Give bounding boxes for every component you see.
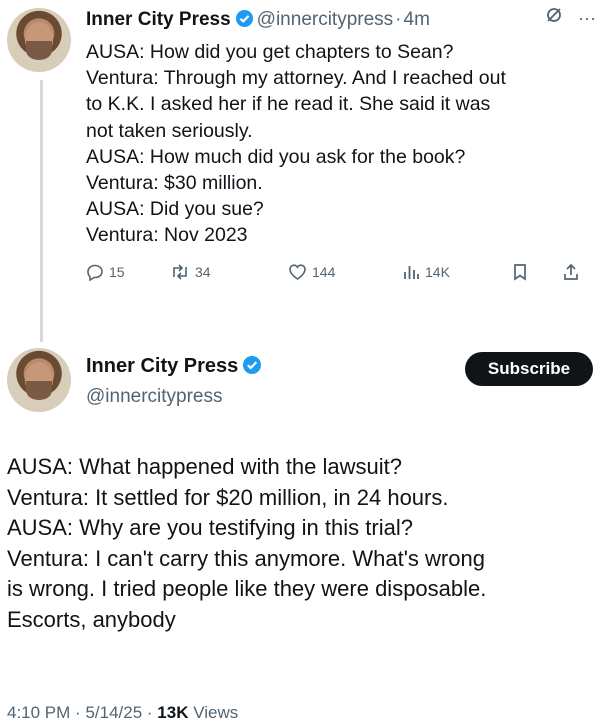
like-button[interactable]: 144 bbox=[288, 263, 402, 281]
tweet-line: Ventura: It settled for $20 million, in … bbox=[7, 484, 449, 510]
tweet-line: Ventura: Nov 2023 bbox=[86, 224, 248, 247]
tweet-line: not taken seriously. bbox=[86, 119, 253, 142]
views-total: 13K bbox=[157, 703, 189, 722]
views-bar-chart-icon bbox=[404, 265, 419, 279]
tweet-meta: 4:10 PM · 5/14/25 · 13K Views bbox=[7, 703, 239, 722]
tweet-line: AUSA: How much did you ask for the book? bbox=[86, 145, 466, 168]
author-avatar[interactable] bbox=[7, 348, 71, 412]
tweet-line: Escorts, anybody bbox=[7, 606, 176, 632]
share-icon bbox=[564, 263, 578, 280]
tweet-1: Inner City Press @innercitypress · 4m AUSA:… bbox=[86, 6, 596, 281]
repost-count: 34 bbox=[195, 263, 211, 280]
heart-icon bbox=[289, 264, 306, 280]
post-time[interactable]: 4:10 PM bbox=[7, 703, 70, 722]
author-avatar[interactable] bbox=[7, 8, 71, 72]
tweet-header: Inner City Press @innercitypress · 4m bbox=[86, 6, 596, 37]
bookmark-button[interactable] bbox=[512, 263, 562, 281]
tweet-line: AUSA: Why are you testifying in this tri… bbox=[7, 515, 413, 540]
tweet-line: Ventura: I can't carry this anymore. Wha… bbox=[7, 545, 485, 571]
tweet-actions: 15 34 144 14K bbox=[86, 263, 596, 281]
share-button[interactable] bbox=[562, 263, 580, 281]
views-count: 14K bbox=[425, 263, 450, 280]
thread-connector-line bbox=[40, 80, 43, 342]
verified-badge-icon bbox=[242, 355, 262, 382]
verified-badge-icon bbox=[235, 9, 254, 37]
tweet-2-text: AUSA: What happened with the lawsuit? Ve… bbox=[7, 452, 597, 635]
bookmark-icon bbox=[514, 263, 526, 281]
tweet-line: to K.K. I asked her if he read it. She s… bbox=[86, 93, 491, 116]
author-name[interactable]: Inner City Press bbox=[86, 9, 231, 30]
tweet-line: AUSA: What happened with the lawsuit? bbox=[7, 454, 403, 479]
repost-icon bbox=[173, 264, 187, 280]
reply-icon bbox=[87, 264, 103, 281]
reply-button[interactable]: 15 bbox=[86, 263, 170, 281]
reply-count: 15 bbox=[109, 263, 125, 280]
author-handle[interactable]: @innercitypress bbox=[86, 384, 265, 410]
author-name[interactable]: Inner City Press bbox=[86, 355, 238, 377]
tweet-text: AUSA: How did you get chapters to Sean? … bbox=[86, 39, 596, 249]
views-button[interactable]: 14K bbox=[402, 263, 512, 281]
author-handle[interactable]: @innercitypress bbox=[257, 9, 394, 30]
tweet-line: Ventura: $30 million. bbox=[86, 172, 263, 195]
tweet-line: AUSA: Did you sue? bbox=[86, 198, 264, 221]
repost-button[interactable]: 34 bbox=[170, 263, 288, 281]
views-label: Views bbox=[193, 703, 239, 722]
subscribe-button[interactable]: Subscribe bbox=[465, 352, 593, 386]
tweet-line: is wrong. I tried people like they were … bbox=[7, 576, 487, 601]
tweet-2-header: Inner City Press @innercitypress bbox=[86, 353, 265, 410]
tweet-time[interactable]: 4m bbox=[404, 9, 430, 30]
tweet-line: Ventura: Through my attorney. And I reac… bbox=[86, 67, 506, 90]
post-date[interactable]: 5/14/25 bbox=[85, 703, 142, 722]
like-count: 144 bbox=[312, 263, 336, 280]
tweet-line: AUSA: How did you get chapters to Sean? bbox=[86, 41, 454, 63]
